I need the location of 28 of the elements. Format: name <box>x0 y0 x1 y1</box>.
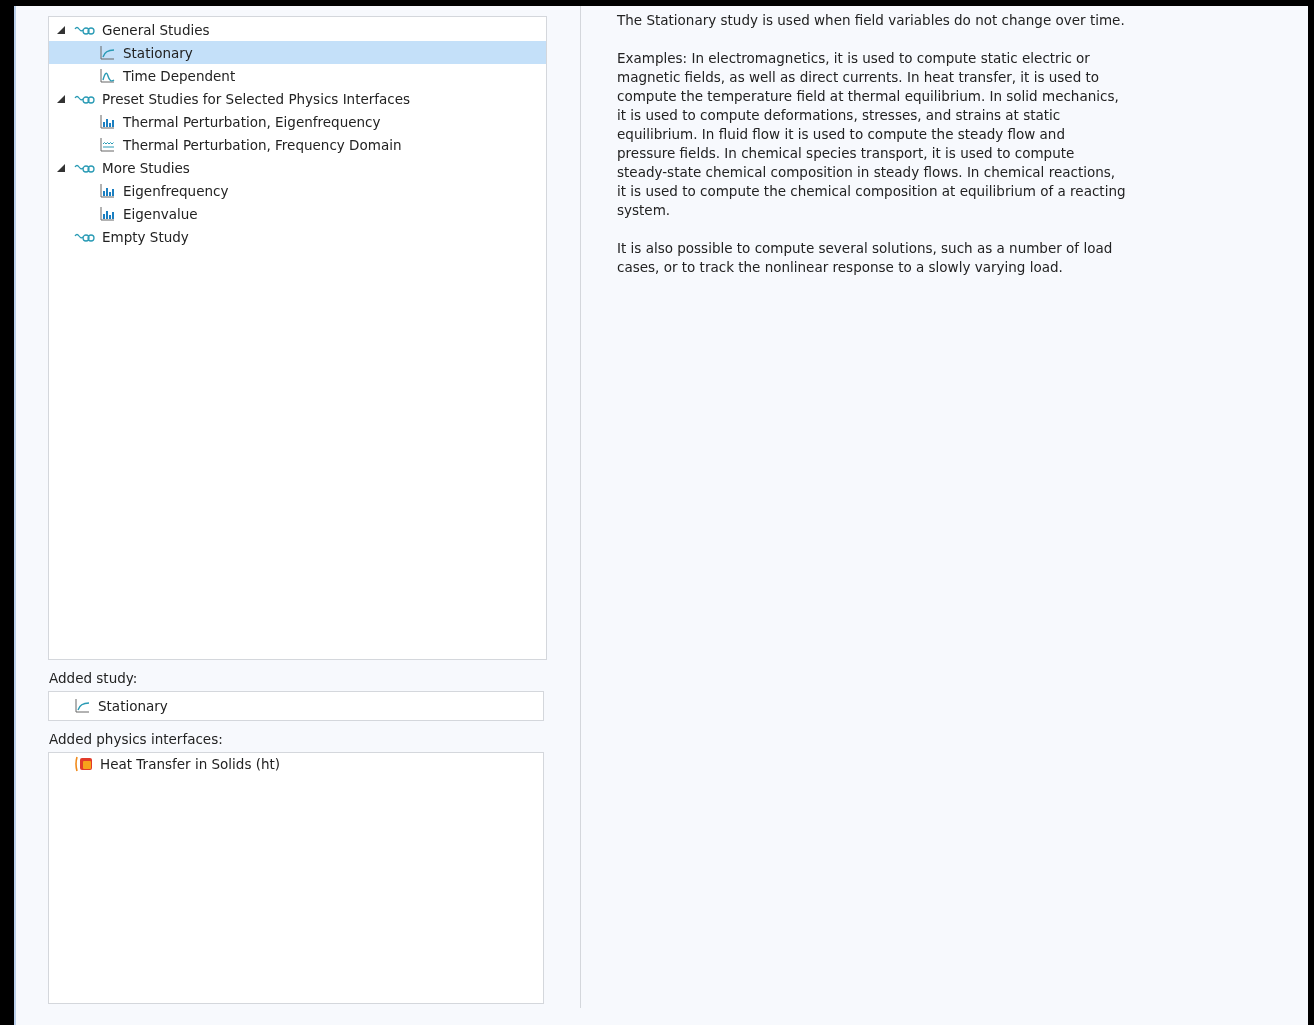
description-paragraph: It is also possible to compute several solutions, such as a number of load cases, or to track the nonlinear response to a slowly varying load. <box>617 239 1114 277</box>
heat-block-icon <box>74 756 94 772</box>
tree-item[interactable]: Thermal Perturbation, Eigenfrequency <box>49 110 546 133</box>
description-paragraph: The Stationary study is used when field variables do not change over time. <box>617 11 1126 30</box>
tree-item[interactable]: Empty Study <box>49 225 546 248</box>
tree-item[interactable]: Thermal Perturbation, Frequency Domain <box>49 133 546 156</box>
tree-item[interactable]: Eigenvalue <box>49 202 546 225</box>
section-label: Added physics interfaces: <box>49 731 224 747</box>
wave-icon <box>99 136 117 153</box>
tree-item[interactable]: Stationary <box>49 41 546 64</box>
stationary-curve-icon <box>99 44 117 61</box>
list-item: Stationary <box>98 698 168 714</box>
collapse-arrow-icon[interactable] <box>57 94 65 103</box>
tree-item[interactable]: Time Dependent <box>49 64 546 87</box>
tree-item[interactable]: Eigenfrequency <box>49 179 546 202</box>
collapse-arrow-icon[interactable] <box>57 25 65 34</box>
bar-chart-icon <box>99 113 117 130</box>
collapse-arrow-icon[interactable] <box>57 163 65 172</box>
bar-chart-icon <box>99 205 117 222</box>
tree-item[interactable]: General Studies <box>49 18 546 41</box>
stationary-curve-icon <box>74 698 92 714</box>
bar-chart-icon <box>99 182 117 199</box>
list-item: Heat Transfer in Solids (ht) <box>100 756 281 772</box>
section-label: Added study: <box>49 670 139 686</box>
description-paragraph: Examples: In electromagnetics, it is used to compute static electric or magnetic fields, as well as direct currents. In heat transfer, it is used to compute the temperature field at thermal equilibrium. In solid mechanics, it is used to compute deformations, stresses, and strains at static equilibrium. In fluid flow it is used to compute the steady flow and pressure fields. In chemical species transport, it is used to compute steady-state chemical composition in steady flows. In chemical reactions, it is used to compute the chemical composition at equilibrium of a reacting system. <box>617 49 1127 220</box>
time-curve-icon <box>99 67 117 84</box>
tree-item[interactable]: More Studies <box>49 156 546 179</box>
tree-item[interactable]: Preset Studies for Selected Physics Interfaces <box>49 87 546 110</box>
